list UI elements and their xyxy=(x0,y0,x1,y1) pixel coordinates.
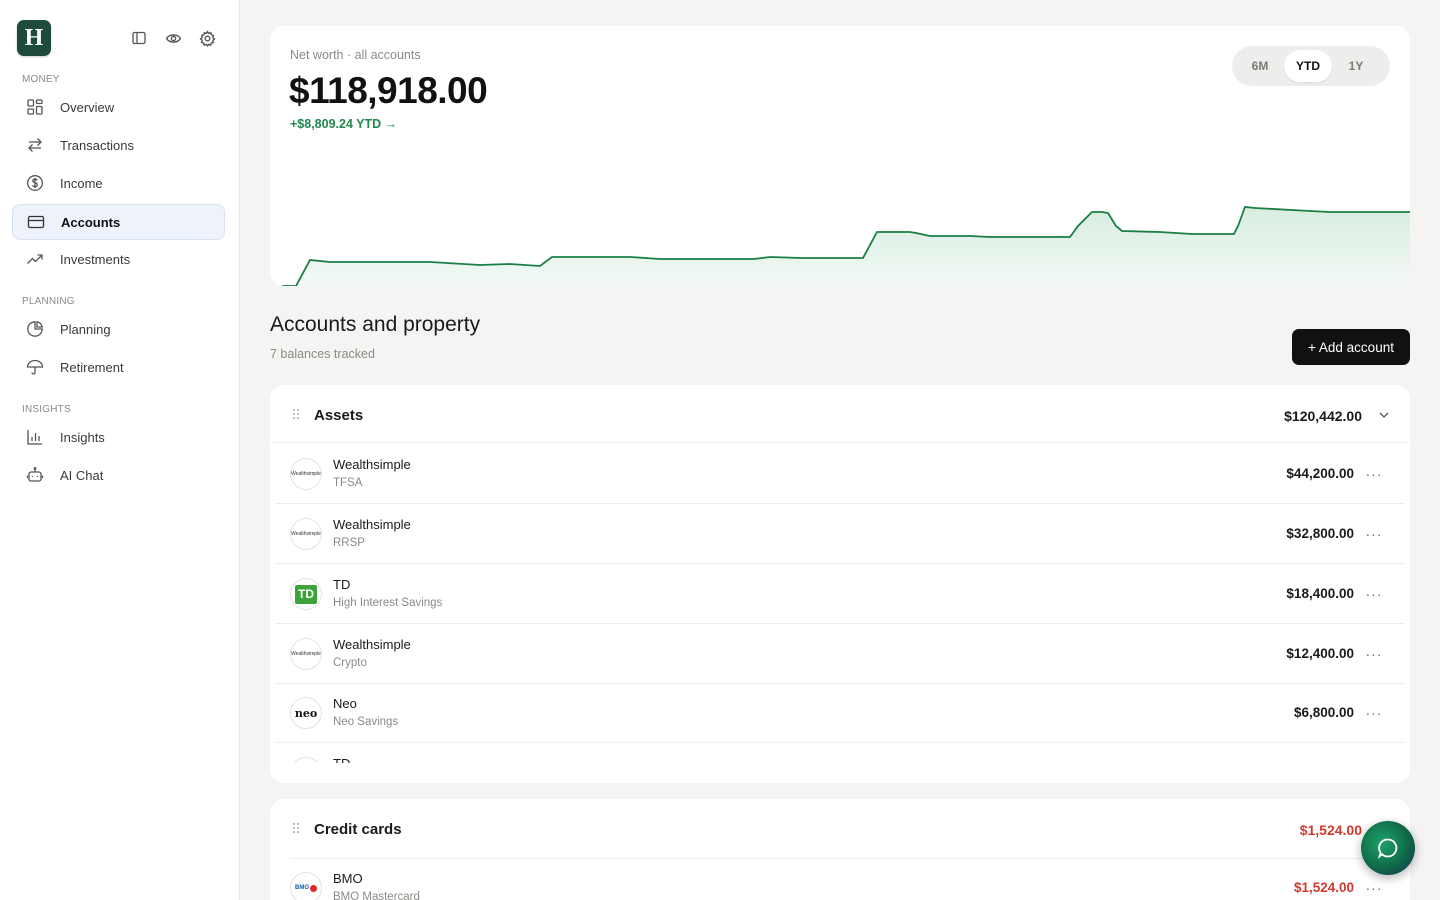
credit-card-icon xyxy=(27,215,45,229)
account-name: RRSP xyxy=(333,537,365,549)
sidebar-item-label: Planning xyxy=(60,321,111,337)
sidebar-item-label: Insights xyxy=(60,429,105,445)
chat-bubble-icon xyxy=(1377,838,1398,860)
chat-button[interactable] xyxy=(1361,821,1415,875)
institution-name: TD xyxy=(333,577,351,592)
bar-chart-icon xyxy=(27,430,42,445)
add-account-button[interactable]: + Add account xyxy=(1292,329,1410,365)
net-worth-value: $118,918.00 xyxy=(289,70,488,111)
more-options-icon[interactable]: ··· xyxy=(1364,703,1384,723)
sidebar-toggle-icon[interactable] xyxy=(128,27,150,49)
wealthsimple-logo: Wealthsimple xyxy=(290,518,322,550)
pie-chart-icon xyxy=(27,320,44,337)
eye-icon[interactable] xyxy=(162,27,184,49)
account-balance: $6,800.00 xyxy=(1293,705,1354,720)
range-selector: 6M YTD 1Y xyxy=(1232,46,1390,86)
account-name: Crypto xyxy=(333,657,367,669)
grid-icon xyxy=(27,99,43,115)
sidebar-item-label: Transactions xyxy=(60,137,134,153)
accounts-title: Accounts and property xyxy=(270,313,481,336)
umbrella-icon xyxy=(26,359,44,375)
drag-handle-icon[interactable] xyxy=(292,408,300,420)
sidebar-item-label: Overview xyxy=(60,99,115,115)
more-options-icon[interactable]: ··· xyxy=(1364,524,1384,544)
section-label-insights: INSIGHTS xyxy=(22,404,71,415)
account-name: TFSA xyxy=(333,477,363,489)
sidebar-item-ai-chat[interactable]: AI Chat xyxy=(12,457,225,493)
account-balance: $18,400.00 xyxy=(1286,586,1354,601)
sidebar-item-transactions[interactable]: Transactions xyxy=(12,127,225,163)
account-name: High Interest Savings xyxy=(333,597,443,609)
accounts-subtitle: 7 balances tracked xyxy=(270,347,375,361)
range-ytd[interactable]: YTD xyxy=(1284,50,1332,82)
wealthsimple-logo: Wealthsimple xyxy=(290,458,322,490)
institution-name: Neo xyxy=(333,696,357,711)
account-name: Neo Savings xyxy=(333,716,399,728)
account-balance: $44,200.00 xyxy=(1286,466,1354,481)
assets-group: Assets $120,442.00 Wealthsimple Wealthsi… xyxy=(270,385,1410,783)
app-logo[interactable]: H xyxy=(17,20,51,56)
sidebar-item-income[interactable]: Income xyxy=(12,165,225,201)
range-6m[interactable]: 6M xyxy=(1236,50,1284,82)
trending-up-icon xyxy=(27,254,43,264)
scroll-mask xyxy=(270,763,1410,783)
account-row[interactable]: Wealthsimple Wealthsimple TFSA $44,200.0… xyxy=(276,444,1404,504)
chart-area xyxy=(282,207,1410,286)
institution-name: Wealthsimple xyxy=(333,637,411,652)
group-name: Credit cards xyxy=(314,821,402,838)
account-balance: $12,400.00 xyxy=(1286,646,1354,661)
sidebar-item-insights[interactable]: Insights xyxy=(12,419,225,455)
sidebar-item-label: Investments xyxy=(60,251,131,267)
sidebar: H MONEY Overview Transactions Income Acc… xyxy=(0,0,240,900)
wealthsimple-logo: Wealthsimple xyxy=(290,638,322,670)
arrows-swap-icon xyxy=(28,138,42,152)
net-worth-card: Net worth · all accounts $118,918.00 +$8… xyxy=(270,26,1410,286)
group-name: Assets xyxy=(314,407,364,424)
account-row[interactable]: Wealthsimple Wealthsimple RRSP $32,800.0… xyxy=(276,504,1404,564)
drag-handle-icon[interactable] xyxy=(292,822,300,834)
sidebar-item-label: Accounts xyxy=(61,214,121,230)
institution-name: BMO xyxy=(333,871,363,886)
account-balance: $1,524.00 xyxy=(1293,880,1354,895)
sidebar-item-label: Income xyxy=(60,175,103,191)
section-label-money: MONEY xyxy=(22,74,60,85)
more-options-icon[interactable]: ··· xyxy=(1364,644,1384,664)
td-logo: TD xyxy=(290,578,322,610)
gear-icon[interactable] xyxy=(196,27,218,49)
sidebar-item-retirement[interactable]: Retirement xyxy=(12,349,225,385)
assets-group-header[interactable]: Assets $120,442.00 xyxy=(270,385,1410,443)
dollar-circle-icon xyxy=(27,175,43,191)
more-options-icon[interactable]: ··· xyxy=(1364,878,1384,898)
net-worth-label: Net worth · all accounts xyxy=(290,48,421,62)
institution-name: Wealthsimple xyxy=(333,517,411,532)
credit-group-header[interactable]: Credit cards $1,524.00 xyxy=(270,799,1410,857)
account-balance: $32,800.00 xyxy=(1286,526,1354,541)
sidebar-item-investments[interactable]: Investments xyxy=(12,241,225,277)
bmo-logo: BMO xyxy=(290,872,322,900)
net-worth-change[interactable]: +$8,809.24 YTD → xyxy=(290,117,397,131)
group-total: $1,524.00 xyxy=(1299,822,1362,838)
account-name: BMO Mastercard xyxy=(333,891,420,900)
net-worth-chart[interactable] xyxy=(270,146,1410,286)
credit-cards-group: Credit cards $1,524.00 BMO BMO BMO Maste… xyxy=(270,799,1410,900)
account-row[interactable]: neo Neo Neo Savings $6,800.00 ··· xyxy=(276,683,1404,743)
robot-icon xyxy=(26,467,44,482)
section-label-planning: PLANNING xyxy=(22,296,75,307)
group-total: $120,442.00 xyxy=(1284,408,1362,424)
account-row[interactable]: TD TD High Interest Savings $18,400.00 ·… xyxy=(276,564,1404,624)
sidebar-item-overview[interactable]: Overview xyxy=(12,89,225,125)
chevron-down-icon[interactable] xyxy=(1378,409,1390,421)
range-1y[interactable]: 1Y xyxy=(1332,50,1380,82)
sidebar-item-planning[interactable]: Planning xyxy=(12,311,225,347)
sidebar-item-accounts[interactable]: Accounts xyxy=(12,204,225,240)
sidebar-item-label: Retirement xyxy=(60,359,124,375)
sidebar-toolbar xyxy=(128,27,218,49)
institution-name: Wealthsimple xyxy=(333,457,411,472)
account-row[interactable]: BMO BMO BMO Mastercard $1,524.00 ··· xyxy=(276,858,1404,900)
more-options-icon[interactable]: ··· xyxy=(1364,584,1384,604)
neo-logo: neo xyxy=(290,697,322,729)
account-row[interactable]: Wealthsimple Wealthsimple Crypto $12,400… xyxy=(276,624,1404,684)
more-options-icon[interactable]: ··· xyxy=(1364,464,1384,484)
sidebar-item-label: AI Chat xyxy=(60,467,104,483)
